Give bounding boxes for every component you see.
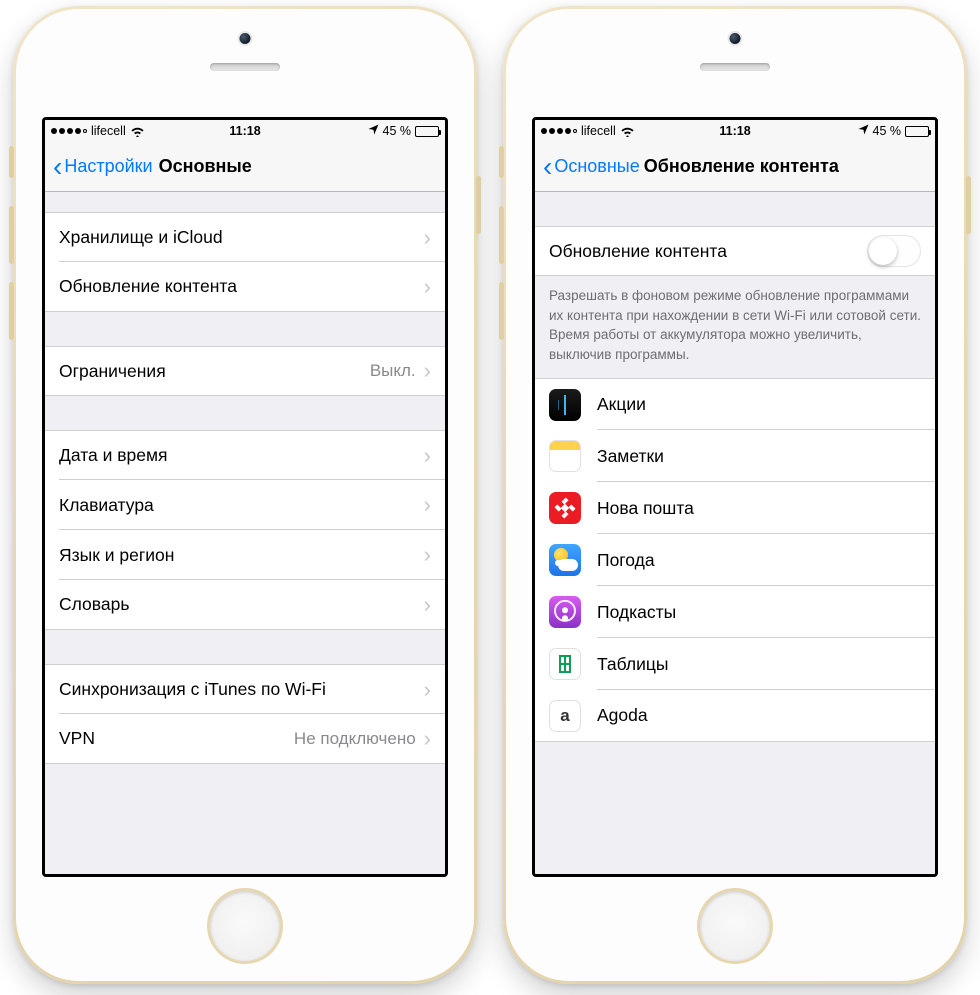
status-bar: lifecell 11:18 45 % (535, 120, 935, 142)
iphone-right: lifecell 11:18 45 % (503, 6, 967, 984)
chevron-right-icon: › (424, 227, 431, 249)
location-icon (368, 124, 379, 138)
row-dictionary[interactable]: Словарь › (45, 580, 445, 630)
location-icon (858, 124, 869, 138)
clock: 11:18 (535, 124, 935, 138)
navbar: ‹ Настройки Основные (45, 142, 445, 192)
row-restrictions[interactable]: Ограничения Выкл. › (45, 346, 445, 396)
weather-icon (549, 544, 581, 576)
app-row-weather[interactable]: Погода (535, 534, 935, 586)
sheets-icon (549, 648, 581, 680)
refresh-settings[interactable]: Обновление контента Разрешать в фоновом … (535, 192, 935, 874)
chevron-right-icon: › (424, 544, 431, 566)
page-title: Основные (159, 156, 252, 177)
battery-icon (415, 126, 439, 137)
row-itunes-wifi-sync[interactable]: Синхронизация с iTunes по Wi-Fi › (45, 664, 445, 714)
navbar: ‹ Основные Обновление контента (535, 142, 935, 192)
app-row-agoda[interactable]: a Agoda (535, 690, 935, 742)
row-language-region[interactable]: Язык и регион › (45, 530, 445, 580)
row-date-time[interactable]: Дата и время › (45, 430, 445, 480)
footer-text: Разрешать в фоновом режиме обновление пр… (535, 276, 935, 378)
notes-icon (549, 440, 581, 472)
back-button[interactable]: ‹ Настройки (53, 153, 153, 181)
row-master-toggle[interactable]: Обновление контента (535, 226, 935, 276)
settings-list[interactable]: Хранилище и iCloud › Обновление контента… (45, 192, 445, 874)
row-vpn[interactable]: VPN Не подключено › (45, 714, 445, 764)
podcasts-icon (549, 596, 581, 628)
chevron-right-icon: › (424, 494, 431, 516)
battery-icon (905, 126, 929, 137)
agoda-icon: a (549, 700, 581, 732)
app-row-sheets[interactable]: Таблицы (535, 638, 935, 690)
chevron-right-icon: › (424, 728, 431, 750)
app-row-podcasts[interactable]: Подкасты (535, 586, 935, 638)
home-button[interactable] (210, 891, 280, 961)
clock: 11:18 (45, 124, 445, 138)
chevron-right-icon: › (424, 360, 431, 382)
status-bar: lifecell 11:18 45 % (45, 120, 445, 142)
chevron-right-icon: › (424, 276, 431, 298)
chevron-left-icon: ‹ (543, 153, 552, 181)
chevron-left-icon: ‹ (53, 153, 62, 181)
row-background-refresh[interactable]: Обновление контента › (45, 262, 445, 312)
row-keyboard[interactable]: Клавиатура › (45, 480, 445, 530)
row-storage-icloud[interactable]: Хранилище и iCloud › (45, 212, 445, 262)
back-button[interactable]: ‹ Основные (543, 153, 640, 181)
app-row-novaposhta[interactable]: Нова пошта (535, 482, 935, 534)
home-button[interactable] (700, 891, 770, 961)
page-title: Обновление контента (644, 156, 839, 177)
app-row-notes[interactable]: Заметки (535, 430, 935, 482)
chevron-right-icon: › (424, 445, 431, 467)
stocks-icon (549, 389, 581, 421)
app-row-stocks[interactable]: Акции (535, 378, 935, 430)
chevron-right-icon: › (424, 679, 431, 701)
chevron-right-icon: › (424, 594, 431, 616)
novaposhta-icon (549, 492, 581, 524)
iphone-left: lifecell 11:18 45 % (13, 6, 477, 984)
switch-background-refresh[interactable] (867, 235, 921, 267)
